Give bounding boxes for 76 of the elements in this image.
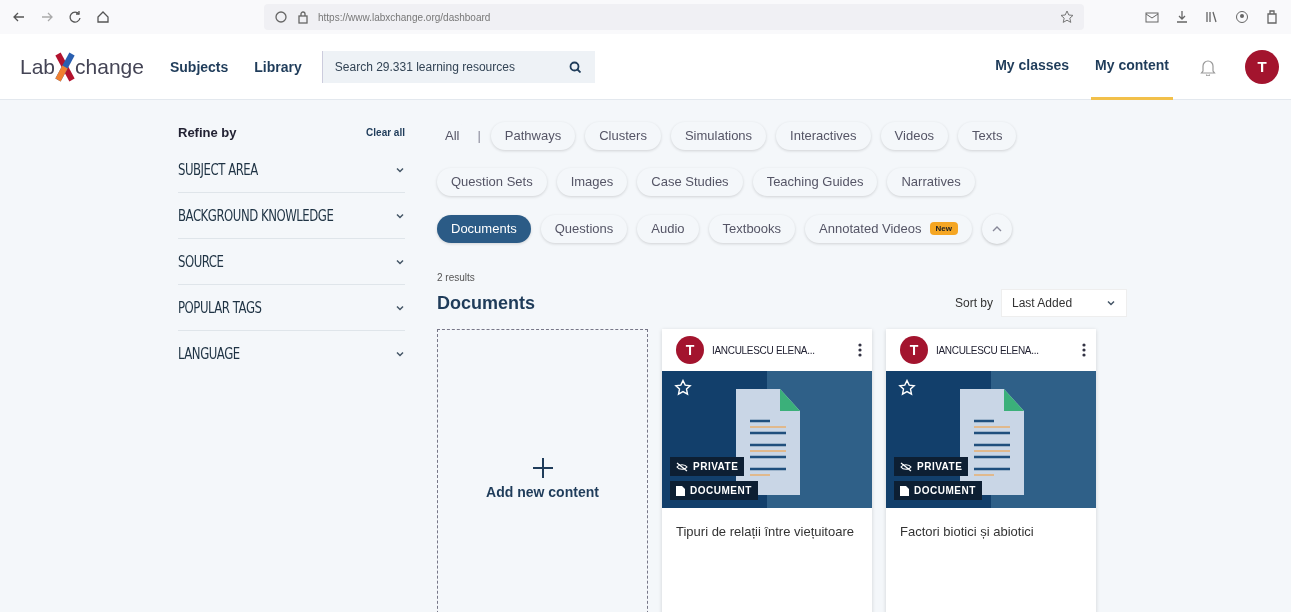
filter-section[interactable]: SOURCE: [178, 239, 405, 285]
author-avatar: T: [900, 336, 928, 364]
author-name: IANCULESCU ELENA...: [936, 344, 1040, 356]
type-tag: DOCUMENT: [894, 481, 982, 500]
filter-chip[interactable]: Question Sets: [437, 167, 547, 196]
clear-all-link[interactable]: Clear all: [366, 126, 405, 138]
lock-icon: [296, 10, 310, 24]
author-name: IANCULESCU ELENA...: [712, 344, 816, 356]
add-content-label: Add new content: [486, 484, 599, 500]
sort-label: Sort by: [955, 296, 993, 310]
content-card[interactable]: T IANCULESCU ELENA... PRIVATE DOCUMENT Factori biotici și abiotici: [886, 329, 1096, 612]
sort-dropdown[interactable]: Last Added: [1001, 289, 1127, 317]
filter-chip[interactable]: Textbooks: [708, 214, 796, 243]
filter-chip[interactable]: Texts: [958, 121, 1017, 150]
more-icon[interactable]: [858, 343, 862, 357]
filter-chip[interactable]: Simulations: [670, 121, 767, 150]
url-text: https://www.labxchange.org/dashboard: [318, 11, 491, 23]
plus-icon: [532, 458, 553, 478]
filter-chip[interactable]: Documents: [437, 214, 531, 243]
nav-link[interactable]: Library: [254, 58, 302, 75]
search-button[interactable]: [554, 50, 595, 83]
more-icon[interactable]: [1082, 343, 1086, 357]
hidden-eye-icon: [900, 461, 912, 472]
separator-text: |: [477, 128, 481, 143]
refine-title: Refine by: [178, 124, 237, 140]
star-icon[interactable]: [674, 379, 692, 396]
account-icon[interactable]: [1235, 10, 1249, 24]
nav-tab[interactable]: My classes: [991, 33, 1074, 100]
new-badge: New: [929, 222, 958, 235]
filter-chip[interactable]: Images: [556, 167, 628, 196]
add-content-card[interactable]: Add new content: [437, 329, 648, 612]
download-icon[interactable]: [1175, 10, 1189, 24]
user-avatar[interactable]: T: [1245, 49, 1279, 84]
chevron-icon: [1106, 298, 1116, 308]
search-field[interactable]: Search 29.331 learning resources: [322, 50, 555, 83]
star-icon: [1060, 10, 1074, 24]
star-icon[interactable]: [898, 379, 916, 396]
filter-chip[interactable]: Videos: [880, 121, 949, 150]
address-bar[interactable]: https://www.labxchange.org/dashboard: [264, 4, 1084, 30]
filter-section[interactable]: BACKGROUND KNOWLEDGE: [178, 193, 405, 239]
results-count: 2 results: [437, 272, 476, 283]
nav-link[interactable]: Subjects: [169, 58, 229, 75]
visibility-tag: PRIVATE: [894, 457, 969, 476]
nav-tab[interactable]: My content: [1091, 33, 1173, 100]
logo-text: Lab: [20, 54, 56, 79]
type-tag: DOCUMENT: [670, 481, 758, 500]
filter-chip[interactable]: Clusters: [585, 121, 661, 150]
home-icon[interactable]: [96, 10, 110, 24]
filter-chip[interactable]: Annotated Videos New: [805, 214, 972, 243]
filter-chip[interactable]: Narratives: [887, 167, 975, 196]
author-avatar: T: [676, 336, 704, 364]
library-icon[interactable]: [1205, 10, 1219, 24]
back-icon[interactable]: [12, 10, 26, 24]
logo-text: change: [75, 54, 144, 79]
filter-section[interactable]: LANGUAGE: [178, 331, 405, 376]
bell-icon[interactable]: [1199, 57, 1217, 76]
filter-chip[interactable]: Pathways: [490, 121, 576, 150]
card-title: Factori biotici și abiotici: [899, 523, 1035, 541]
reload-icon[interactable]: [68, 10, 82, 24]
file-icon: [900, 485, 909, 496]
search-icon: [568, 60, 581, 73]
visibility-tag: PRIVATE: [670, 457, 745, 476]
filter-chip[interactable]: Audio: [637, 214, 699, 243]
hidden-eye-icon: [676, 461, 688, 472]
filter-section[interactable]: POPULAR TAGS: [178, 285, 405, 331]
filter-section[interactable]: SUBJECT AREA: [178, 147, 405, 193]
filter-chip[interactable]: Case Studies: [637, 167, 743, 196]
content-card[interactable]: T IANCULESCU ELENA... PRIVATE DOCUMENT Tipuri de relații între viețuitoare: [662, 329, 872, 612]
filter-chip[interactable]: Interactives: [776, 121, 871, 150]
filter-chip[interactable]: Questions: [540, 214, 628, 243]
card-title: Tipuri de relații între viețuitoare: [675, 523, 855, 541]
section-title: Documents: [437, 292, 535, 314]
file-icon: [676, 485, 685, 496]
extensions-icon[interactable]: [1265, 10, 1279, 24]
logo-x-icon: [55, 51, 76, 82]
filter-chip[interactable]: Teaching Guides: [752, 167, 878, 196]
